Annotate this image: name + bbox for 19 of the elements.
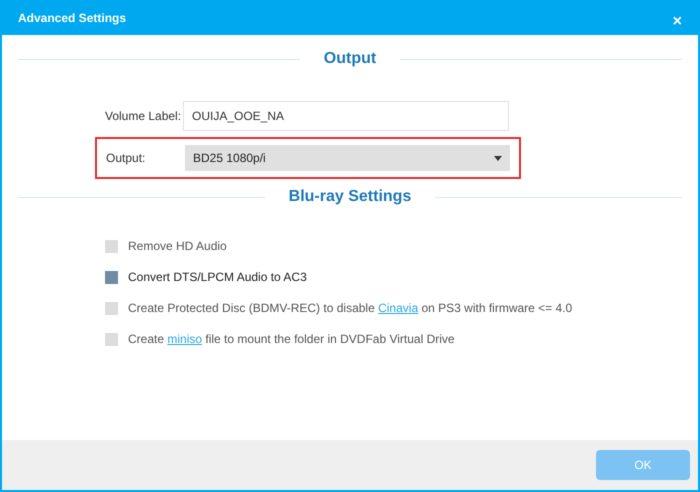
volume-label-field[interactable]: OUIJA_OOE_NA	[183, 101, 509, 131]
option-label: Remove HD Audio	[128, 238, 227, 255]
field-label: Output:	[106, 150, 146, 167]
option-label: Create Protected Disc (BDMV-REC) to disable Cinavia on PS3 with firmware <= 4.0	[128, 300, 572, 317]
checkbox[interactable]	[105, 240, 118, 252]
checkbox[interactable]	[105, 302, 118, 314]
window-title: Advanced Settings	[18, 10, 126, 26]
option-label: Create miniso file to mount the folder in DVDFab Virtual Drive	[128, 331, 455, 348]
link[interactable]: miniso	[167, 332, 202, 346]
output-dropdown[interactable]: BD25 1080p/i	[185, 145, 510, 171]
checkbox[interactable]	[105, 270, 118, 284]
checkbox[interactable]	[105, 332, 118, 346]
option-label: Convert DTS/LPCM Audio to AC3	[128, 269, 307, 286]
section-heading: Blu-ray Settings	[288, 187, 412, 207]
link[interactable]: Cinavia	[378, 301, 418, 315]
close-button[interactable]: ×	[672, 14, 682, 30]
caret-icon	[494, 156, 502, 160]
field-label: Volume Label:	[105, 108, 182, 125]
section-heading: Output	[324, 49, 376, 69]
